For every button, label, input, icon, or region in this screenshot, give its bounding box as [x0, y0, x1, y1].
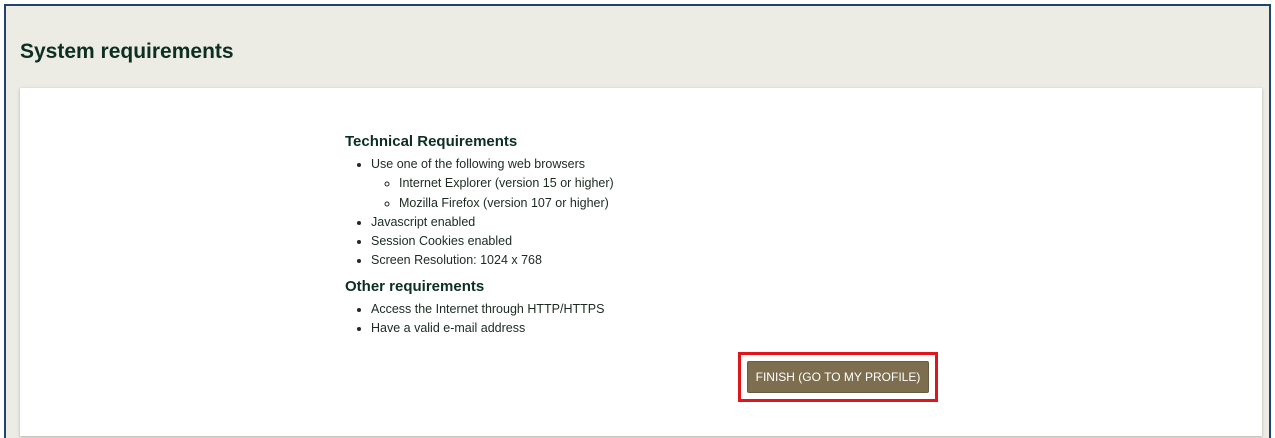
browser-list: Internet Explorer (version 15 or higher)… [371, 174, 614, 213]
technical-requirements-list: Use one of the following web browsers In… [345, 155, 614, 271]
finish-button[interactable]: FINISH (GO TO MY PROFILE) [747, 361, 929, 393]
requirements-content: Technical Requirements Use one of the fo… [345, 132, 614, 338]
list-item: Internet Explorer (version 15 or higher) [399, 174, 614, 193]
list-item: Access the Internet through HTTP/HTTPS [371, 300, 614, 319]
list-item-text: Use one of the following web browsers [371, 157, 586, 171]
page-title: System requirements [20, 40, 234, 63]
list-item: Use one of the following web browsers In… [371, 155, 614, 213]
list-item: Have a valid e-mail address [371, 319, 614, 338]
other-requirements-list: Access the Internet through HTTP/HTTPS H… [345, 300, 614, 339]
technical-requirements-heading: Technical Requirements [345, 133, 518, 150]
requirements-card: Technical Requirements Use one of the fo… [20, 88, 1262, 436]
list-item: Mozilla Firefox (version 107 or higher) [399, 194, 614, 213]
list-item: Session Cookies enabled [371, 232, 614, 251]
list-item: Javascript enabled [371, 213, 614, 232]
other-requirements-heading: Other requirements [345, 277, 485, 295]
list-item: Screen Resolution: 1024 x 768 [371, 251, 614, 270]
finish-button-highlight: FINISH (GO TO MY PROFILE) [738, 352, 938, 402]
system-requirements-panel: System requirements Technical Requiremen… [4, 4, 1271, 438]
